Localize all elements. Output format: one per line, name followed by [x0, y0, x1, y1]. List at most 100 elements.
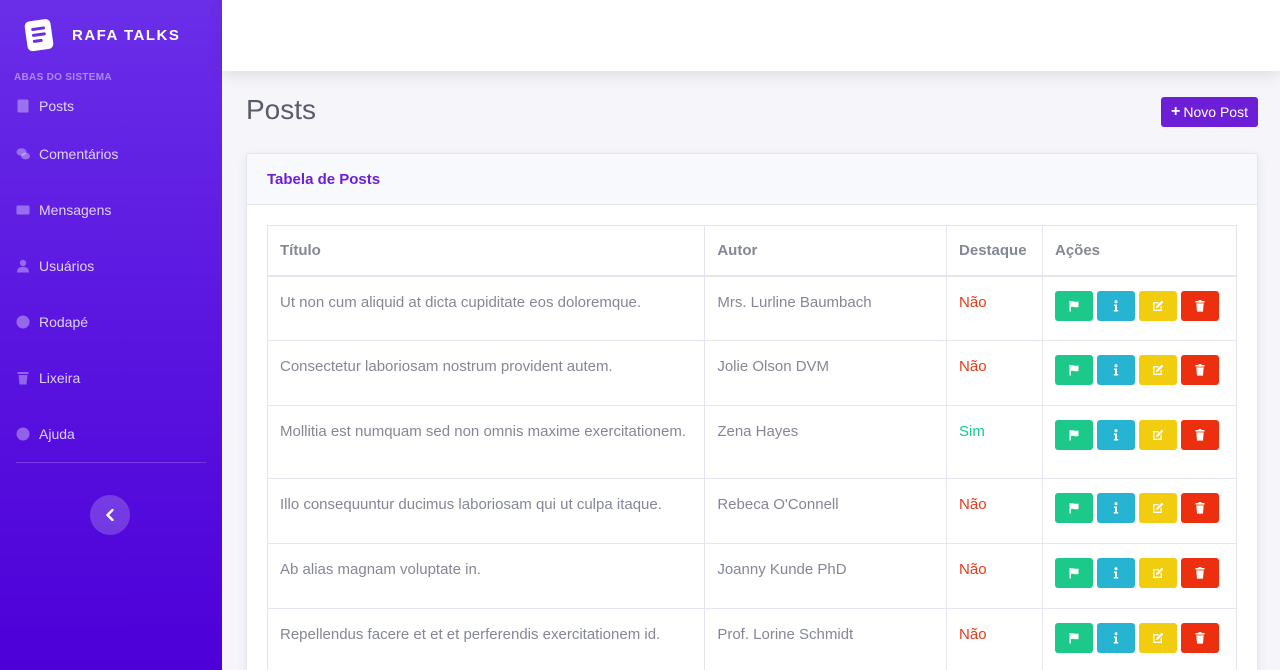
delete-button[interactable] — [1181, 420, 1219, 450]
header-titulo[interactable]: Título — [266, 225, 706, 277]
delete-button[interactable] — [1181, 493, 1219, 523]
page-title: Posts — [246, 94, 317, 125]
cell-acoes — [1042, 275, 1237, 341]
flag-button[interactable] — [1055, 355, 1093, 385]
delete-button[interactable] — [1181, 623, 1219, 653]
flag-icon — [1068, 502, 1080, 514]
sidebar-item-label: Posts — [39, 98, 75, 114]
header-autor[interactable]: Autor — [704, 225, 948, 277]
trash-icon — [16, 371, 30, 385]
sidebar-item-label: Usuários — [39, 258, 95, 274]
edit-button[interactable] — [1139, 420, 1177, 450]
new-post-button[interactable]: + Novo Post — [1161, 97, 1258, 127]
row-actions — [1055, 493, 1224, 523]
info-icon — [1110, 567, 1122, 579]
cell-destaque: Sim — [946, 405, 1043, 479]
info-icon — [1110, 299, 1122, 312]
flag-icon — [1068, 300, 1080, 312]
table-header-row: Título Autor Destaque Ações — [266, 225, 1237, 277]
row-actions — [1055, 355, 1224, 385]
edit-button[interactable] — [1139, 623, 1177, 653]
sidebar-item-posts[interactable]: Posts — [0, 86, 222, 126]
card-title: Tabela de Posts — [267, 170, 381, 188]
edit-button[interactable] — [1139, 493, 1177, 523]
sidebar-toggle-button[interactable] — [90, 495, 130, 535]
cell-acoes — [1042, 340, 1237, 406]
book-icon — [16, 99, 30, 113]
cell-destaque: Não — [946, 340, 1043, 406]
cell-destaque: Não — [946, 275, 1043, 341]
row-actions — [1055, 558, 1224, 588]
edit-icon — [1152, 429, 1164, 441]
cell-titulo: Mollitia est numquam sed non omnis maxim… — [266, 405, 706, 479]
info-icon — [1110, 502, 1122, 514]
flag-icon — [1068, 429, 1080, 441]
info-button[interactable] — [1097, 420, 1135, 450]
book-logo-icon — [24, 18, 56, 52]
edit-button[interactable] — [1139, 355, 1177, 385]
sidebar-item-rodape[interactable]: Rodapé — [0, 294, 222, 350]
edit-icon — [1152, 567, 1164, 579]
delete-button[interactable] — [1181, 558, 1219, 588]
info-button[interactable] — [1097, 290, 1135, 321]
info-button[interactable] — [1097, 355, 1135, 385]
sidebar-item-comentarios[interactable]: Comentários — [0, 126, 222, 182]
cell-autor: Zena Hayes — [704, 405, 948, 479]
cell-acoes — [1042, 405, 1237, 479]
table-row: Ab alias magnam voluptate in. Joanny Kun… — [266, 543, 1237, 609]
table-row: Mollitia est numquam sed non omnis maxim… — [266, 405, 1237, 479]
edit-icon — [1152, 300, 1164, 312]
flag-button[interactable] — [1055, 493, 1093, 523]
trash-icon — [1194, 429, 1206, 441]
cell-destaque: Não — [946, 543, 1043, 609]
sidebar-item-usuarios[interactable]: Usuários — [0, 238, 222, 294]
edit-button[interactable] — [1139, 290, 1177, 321]
trash-icon — [1194, 502, 1206, 514]
sidebar-divider — [16, 462, 206, 463]
trash-icon — [1194, 299, 1206, 312]
table-body: Ut non cum aliquid at dicta cupiditate e… — [266, 275, 1237, 670]
sidebar-item-label: Rodapé — [39, 314, 89, 330]
envelope-icon — [16, 203, 30, 217]
delete-button[interactable] — [1181, 290, 1219, 321]
flag-icon — [1068, 567, 1080, 579]
posts-card: Tabela de Posts Título Autor Destaque Aç… — [246, 153, 1258, 670]
sidebar-item-label: Comentários — [39, 146, 119, 162]
cell-autor: Joanny Kunde PhD — [704, 543, 948, 609]
sidebar: RAFA TALKS ABAS DO SISTEMA Posts Comentá… — [0, 0, 222, 670]
brand[interactable]: RAFA TALKS — [0, 0, 222, 70]
delete-button[interactable] — [1181, 355, 1219, 385]
table-row: Ut non cum aliquid at dicta cupiditate e… — [266, 275, 1237, 341]
table-row: Repellendus facere et et et perferendis … — [266, 608, 1237, 670]
sidebar-item-mensagens[interactable]: Mensagens — [0, 182, 222, 238]
info-button[interactable] — [1097, 493, 1135, 523]
flag-icon — [1068, 632, 1080, 644]
cell-autor: Jolie Olson DVM — [704, 340, 948, 406]
cell-titulo: Repellendus facere et et et perferendis … — [266, 608, 706, 670]
sidebar-item-lixeira[interactable]: Lixeira — [0, 350, 222, 406]
brand-name: RAFA TALKS — [72, 26, 181, 44]
cell-autor: Prof. Lorine Schmidt — [704, 608, 948, 670]
cell-titulo: Ab alias magnam voluptate in. — [266, 543, 706, 609]
info-button[interactable] — [1097, 623, 1135, 653]
user-icon — [16, 259, 30, 273]
flag-button[interactable] — [1055, 290, 1093, 321]
flag-button[interactable] — [1055, 420, 1093, 450]
sidebar-item-label: Mensagens — [39, 202, 112, 218]
row-actions — [1055, 290, 1224, 321]
flag-button[interactable] — [1055, 558, 1093, 588]
comments-icon — [16, 147, 30, 161]
edit-icon — [1152, 502, 1164, 514]
question-circle-icon — [16, 427, 30, 441]
edit-button[interactable] — [1139, 558, 1177, 588]
sidebar-item-ajuda[interactable]: Ajuda — [0, 406, 222, 462]
info-button[interactable] — [1097, 558, 1135, 588]
topbar — [222, 0, 1280, 71]
card-header: Tabela de Posts — [247, 154, 1257, 205]
cell-autor: Mrs. Lurline Baumbach — [704, 275, 948, 341]
flag-button[interactable] — [1055, 623, 1093, 653]
header-destaque[interactable]: Destaque — [946, 225, 1043, 277]
table-row: Consectetur laboriosam nostrum provident… — [266, 340, 1237, 406]
header-acoes: Ações — [1042, 225, 1237, 277]
edit-icon — [1152, 632, 1164, 644]
